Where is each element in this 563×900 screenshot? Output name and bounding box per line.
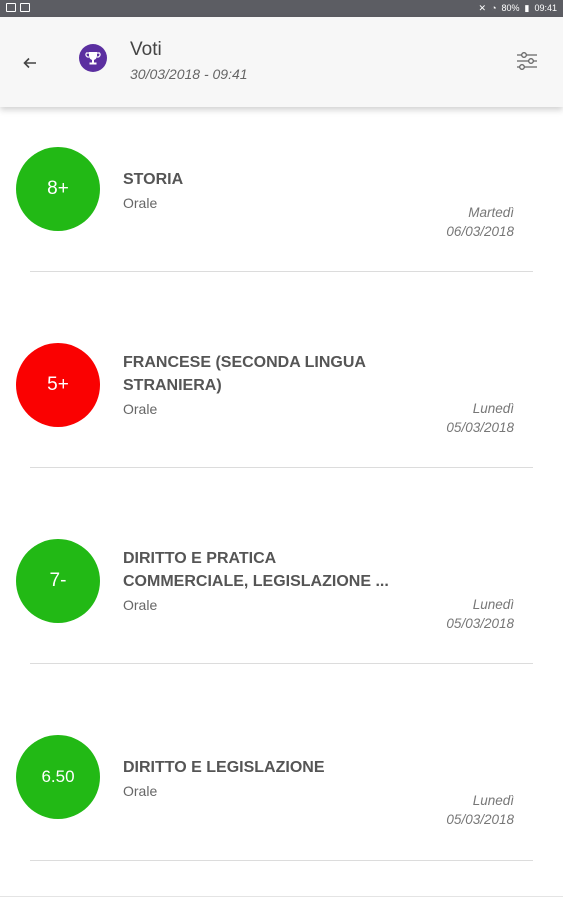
grade-day: Martedì: [468, 205, 514, 220]
mute-icon: ✕: [478, 3, 487, 13]
back-button[interactable]: [18, 51, 42, 75]
subject-line-1: DIRITTO E LEGISLAZIONE: [123, 759, 325, 776]
grade-item[interactable]: 5+ FRANCESE (SECONDA LINGUA STRANIERA) O…: [0, 303, 563, 499]
battery-percent: 80%: [501, 3, 520, 13]
divider: [30, 860, 533, 861]
grade-date-value: 05/03/2018: [446, 420, 514, 435]
grade-badge: 7-: [16, 539, 100, 623]
status-system: ✕ ◔ 80% ▮ 09:41: [479, 3, 557, 13]
sliders-icon: [517, 52, 537, 70]
trophy-badge: [79, 44, 107, 72]
grade-type: Orale: [123, 783, 158, 799]
grade-day: Lunedì: [472, 793, 514, 808]
wifi-icon: ◔: [491, 3, 497, 13]
grade-badge: 8+: [16, 147, 100, 231]
grade-date-value: 06/03/2018: [446, 224, 514, 239]
gallery-notification-icon: [6, 3, 16, 12]
subject-name: FRANCESE (SECONDA LINGUA STRANIERA): [123, 351, 423, 397]
subject-line-2: COMMERCIALE, LEGISLAZIONE ...: [123, 573, 389, 590]
grade-item[interactable]: 6.50 DIRITTO E LEGISLAZIONE Orale Lunedì…: [0, 695, 563, 891]
grade-badge: 6.50: [16, 735, 100, 819]
grade-date: Lunedì 05/03/2018: [446, 791, 514, 829]
grade-item[interactable]: 8+ STORIA Orale Martedì 06/03/2018: [0, 107, 563, 303]
page-subtitle: 30/03/2018 - 09:41: [130, 66, 248, 82]
arrow-left-icon: [23, 57, 36, 69]
subject-line-2: STRANIERA): [123, 377, 222, 394]
subject-name: DIRITTO E LEGISLAZIONE: [123, 756, 423, 779]
subject-name: STORIA: [123, 168, 423, 191]
grade-day: Lunedì: [472, 401, 514, 416]
app-bar: Voti 30/03/2018 - 09:41: [0, 17, 563, 107]
grade-date: Martedì 06/03/2018: [446, 203, 514, 241]
page-title: Voti: [130, 39, 162, 60]
grade-item[interactable]: 7- DIRITTO E PRATICA COMMERCIALE, LEGISL…: [0, 499, 563, 695]
trophy-icon: [85, 52, 101, 65]
grade-date: Lunedì 05/03/2018: [446, 595, 514, 633]
grade-day: Lunedì: [472, 597, 514, 612]
status-bar: ✕ ◔ 80% ▮ 09:41: [0, 0, 563, 17]
divider: [30, 467, 533, 468]
filter-button[interactable]: [515, 51, 541, 75]
subject-line-1: STORIA: [123, 171, 184, 188]
grade-badge: 5+: [16, 343, 100, 427]
grade-type: Orale: [123, 195, 158, 211]
grade-date-value: 05/03/2018: [446, 812, 514, 827]
battery-icon: ▮: [524, 3, 530, 13]
divider: [30, 663, 533, 664]
subject-line-1: DIRITTO E PRATICA: [123, 550, 277, 567]
subject-line-1: FRANCESE (SECONDA LINGUA: [123, 354, 366, 371]
status-notifications: [6, 3, 30, 12]
grade-date-value: 05/03/2018: [446, 616, 514, 631]
grade-date: Lunedì 05/03/2018: [446, 399, 514, 437]
clock: 09:41: [534, 3, 557, 13]
divider: [30, 271, 533, 272]
grade-type: Orale: [123, 597, 158, 613]
subject-name: DIRITTO E PRATICA COMMERCIALE, LEGISLAZI…: [123, 547, 423, 593]
grade-type: Orale: [123, 401, 158, 417]
screenshot-notification-icon: [20, 3, 30, 12]
bottom-edge: [0, 896, 563, 897]
